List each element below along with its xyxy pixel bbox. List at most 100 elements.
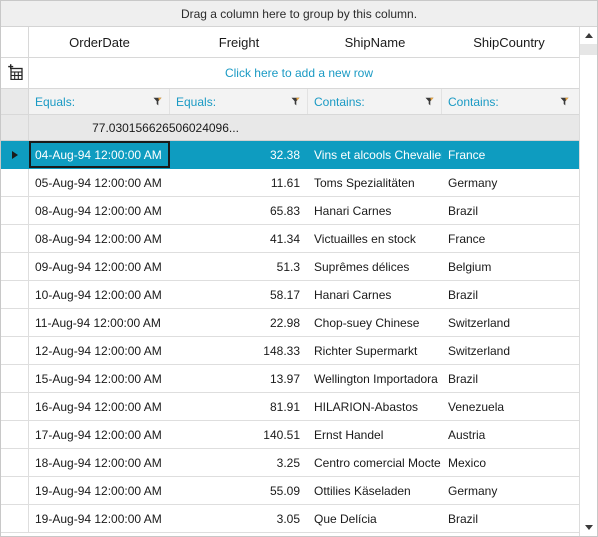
filter-cell-shipname[interactable]: Contains: xyxy=(308,89,442,114)
column-header-freight[interactable]: Freight xyxy=(170,27,308,57)
cell-shipname[interactable]: HILARION-Abastos xyxy=(308,393,442,420)
cell-orderdate[interactable]: 19-Aug-94 12:00:00 AM xyxy=(29,505,170,532)
row-indicator-cell[interactable] xyxy=(1,141,29,168)
column-header-shipname[interactable]: ShipName xyxy=(308,27,442,57)
cell-freight[interactable]: 41.34 xyxy=(170,225,308,252)
cell-shipname[interactable]: Chop-suey Chinese xyxy=(308,309,442,336)
cell-orderdate[interactable]: 08-Aug-94 12:00:00 AM xyxy=(29,197,170,224)
row-indicator-cell[interactable] xyxy=(1,281,29,308)
cell-shipcountry[interactable]: Switzerland xyxy=(442,337,576,364)
cell-shipname[interactable]: Hanari Carnes xyxy=(308,197,442,224)
row-indicator-cell[interactable] xyxy=(1,253,29,280)
row-indicator-cell[interactable] xyxy=(1,449,29,476)
funnel-icon[interactable] xyxy=(291,97,300,106)
funnel-icon[interactable] xyxy=(153,97,162,106)
table-row[interactable]: 12-Aug-94 12:00:00 AM 148.33 Richter Super… xyxy=(1,337,579,365)
cell-shipname[interactable]: Ottilies Käseladen xyxy=(308,477,442,504)
table-row[interactable]: 08-Aug-94 12:00:00 AM 65.83 Hanari Carnes B… xyxy=(1,197,579,225)
filter-cell-orderdate[interactable]: Equals: xyxy=(29,89,170,114)
cell-orderdate[interactable]: 12-Aug-94 12:00:00 AM xyxy=(29,337,170,364)
table-row[interactable]: 04-Aug-94 12:00:00 AM 32.38 Vins et alcool… xyxy=(1,141,579,169)
table-row[interactable]: 17-Aug-94 12:00:00 AM 140.51 Ernst Handel A… xyxy=(1,421,579,449)
cell-shipcountry[interactable]: Brazil xyxy=(442,281,576,308)
funnel-icon[interactable] xyxy=(425,97,434,106)
row-indicator-cell[interactable] xyxy=(1,309,29,336)
cell-shipname[interactable]: Victuailles en stock xyxy=(308,225,442,252)
cell-shipname[interactable]: Wellington Importadora xyxy=(308,365,442,392)
row-indicator-cell[interactable] xyxy=(1,421,29,448)
cell-orderdate[interactable]: 16-Aug-94 12:00:00 AM xyxy=(29,393,170,420)
scroll-up-button[interactable] xyxy=(580,27,597,44)
cell-shipname[interactable]: Centro comercial Mocte… xyxy=(308,449,442,476)
row-indicator-cell[interactable] xyxy=(1,225,29,252)
cell-shipname[interactable]: Suprêmes délices xyxy=(308,253,442,280)
cell-shipcountry[interactable]: Belgium xyxy=(442,253,576,280)
cell-shipcountry[interactable]: France xyxy=(442,225,576,252)
cell-orderdate[interactable]: 15-Aug-94 12:00:00 AM xyxy=(29,365,170,392)
table-row[interactable]: 18-Aug-94 12:00:00 AM 3.25 Centro comercia… xyxy=(1,449,579,477)
table-row[interactable]: 11-Aug-94 12:00:00 AM 22.98 Chop-suey Chin… xyxy=(1,309,579,337)
cell-shipcountry[interactable]: Brazil xyxy=(442,365,576,392)
table-row[interactable]: 09-Aug-94 12:00:00 AM 51.3 Suprêmes délice… xyxy=(1,253,579,281)
filter-cell-freight[interactable]: Equals: xyxy=(170,89,308,114)
cell-freight[interactable]: 140.51 xyxy=(170,421,308,448)
cell-shipcountry[interactable]: Venezuela xyxy=(442,393,576,420)
cell-freight[interactable]: 3.05 xyxy=(170,505,308,532)
table-row[interactable]: 08-Aug-94 12:00:00 AM 41.34 Victuailles en… xyxy=(1,225,579,253)
cell-shipcountry[interactable]: Germany xyxy=(442,169,576,196)
cell-shipcountry[interactable]: Austria xyxy=(442,421,576,448)
table-row[interactable]: 16-Aug-94 12:00:00 AM 81.91 HILARION-Abast… xyxy=(1,393,579,421)
cell-freight[interactable]: 51.3 xyxy=(170,253,308,280)
vertical-scrollbar[interactable] xyxy=(579,27,597,536)
cell-shipcountry[interactable]: Mexico xyxy=(442,449,576,476)
table-row[interactable]: 05-Aug-94 12:00:00 AM 11.61 Toms Spezialit… xyxy=(1,169,579,197)
cell-orderdate[interactable]: 08-Aug-94 12:00:00 AM xyxy=(29,225,170,252)
cell-orderdate[interactable]: 04-Aug-94 12:00:00 AM xyxy=(29,141,170,168)
cell-shipcountry[interactable]: France xyxy=(442,141,576,168)
cell-freight[interactable]: 22.98 xyxy=(170,309,308,336)
cell-shipname[interactable]: Toms Spezialitäten xyxy=(308,169,442,196)
cell-freight[interactable]: 13.97 xyxy=(170,365,308,392)
row-indicator-cell[interactable] xyxy=(1,337,29,364)
cell-freight[interactable]: 148.33 xyxy=(170,337,308,364)
row-indicator-cell[interactable] xyxy=(1,477,29,504)
cell-shipname[interactable]: Ernst Handel xyxy=(308,421,442,448)
cell-orderdate[interactable]: 05-Aug-94 12:00:00 AM xyxy=(29,169,170,196)
cell-orderdate[interactable]: 09-Aug-94 12:00:00 AM xyxy=(29,253,170,280)
row-indicator-cell[interactable] xyxy=(1,197,29,224)
cell-shipname[interactable]: Richter Supermarkt xyxy=(308,337,442,364)
column-header-shipcountry[interactable]: ShipCountry xyxy=(442,27,576,57)
cell-freight[interactable]: 55.09 xyxy=(170,477,308,504)
cell-shipname[interactable]: Hanari Carnes xyxy=(308,281,442,308)
cell-orderdate[interactable]: 10-Aug-94 12:00:00 AM xyxy=(29,281,170,308)
cell-freight[interactable]: 65.83 xyxy=(170,197,308,224)
table-row[interactable]: 19-Aug-94 12:00:00 AM 3.05 Que Delícia Braz… xyxy=(1,505,579,533)
group-by-panel[interactable]: Drag a column here to group by this colu… xyxy=(1,1,597,27)
cell-shipname[interactable]: Que Delícia xyxy=(308,505,442,532)
cell-shipcountry[interactable]: Brazil xyxy=(442,505,576,532)
cell-freight[interactable]: 3.25 xyxy=(170,449,308,476)
filter-cell-shipcountry[interactable]: Contains: xyxy=(442,89,576,114)
cell-shipcountry[interactable]: Brazil xyxy=(442,197,576,224)
funnel-icon[interactable] xyxy=(560,97,569,106)
cell-freight[interactable]: 81.91 xyxy=(170,393,308,420)
cell-shipcountry[interactable]: Germany xyxy=(442,477,576,504)
cell-orderdate[interactable]: 18-Aug-94 12:00:00 AM xyxy=(29,449,170,476)
table-row[interactable]: 10-Aug-94 12:00:00 AM 58.17 Hanari Carnes B… xyxy=(1,281,579,309)
cell-orderdate[interactable]: 19-Aug-94 12:00:00 AM xyxy=(29,477,170,504)
row-indicator-cell[interactable] xyxy=(1,365,29,392)
cell-orderdate[interactable]: 11-Aug-94 12:00:00 AM xyxy=(29,309,170,336)
cell-shipname[interactable]: Vins et alcools Chevalier xyxy=(308,141,442,168)
scrollbar-thumb[interactable] xyxy=(580,44,597,55)
row-indicator-cell[interactable] xyxy=(1,505,29,532)
cell-freight[interactable]: 11.61 xyxy=(170,169,308,196)
new-row-label-wrap[interactable]: Click here to add a new row xyxy=(29,58,597,88)
scroll-down-button[interactable] xyxy=(580,519,597,536)
row-indicator-cell[interactable] xyxy=(1,169,29,196)
cell-freight[interactable]: 58.17 xyxy=(170,281,308,308)
column-header-orderdate[interactable]: OrderDate xyxy=(29,27,170,57)
table-row[interactable]: 19-Aug-94 12:00:00 AM 55.09 Ottilies Käsel… xyxy=(1,477,579,505)
table-row[interactable]: 15-Aug-94 12:00:00 AM 13.97 Wellington Imp… xyxy=(1,365,579,393)
cell-orderdate[interactable]: 17-Aug-94 12:00:00 AM xyxy=(29,421,170,448)
cell-shipcountry[interactable]: Switzerland xyxy=(442,309,576,336)
